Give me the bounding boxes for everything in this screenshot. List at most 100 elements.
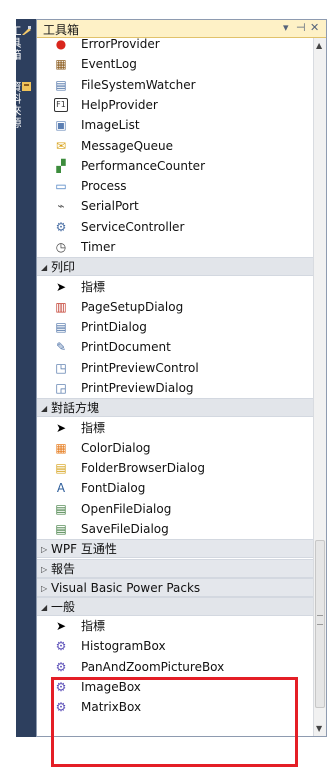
toolbox-item[interactable]: ▤ PrintDialog — [37, 317, 313, 337]
toolbox-item-label: PrintPreviewControl — [81, 360, 199, 375]
toolbox-category-label: 報告 — [51, 561, 76, 576]
toolbox-item[interactable]: ▤ SaveFileDialog — [37, 519, 313, 539]
toolbox-item-label: PanAndZoomPictureBox — [81, 659, 225, 674]
toolbox-item[interactable]: ✎ PrintDocument — [37, 337, 313, 357]
scroll-up-icon[interactable]: ▲ — [316, 41, 322, 50]
message-queue-icon: ✉ — [55, 138, 67, 153]
toolbox-title: 工具箱 — [43, 23, 80, 37]
toolbox-item-label: ColorDialog — [81, 440, 151, 455]
error-provider-icon: ● — [55, 38, 67, 51]
toolbox-item-label: FileSystemWatcher — [81, 77, 196, 92]
toolbox-category-label: WPF 互通性 — [51, 542, 117, 557]
expanded-arrow-icon[interactable]: ◢ — [41, 399, 47, 418]
collapsed-arrow-icon[interactable]: ▷ — [41, 579, 47, 598]
toolbox-item[interactable]: ⚙ ServiceController — [37, 217, 313, 237]
toolbox-item-label: PrintDocument — [81, 340, 171, 355]
grip-icon — [317, 615, 323, 625]
toolbox-item[interactable]: ➤ 指標 — [37, 418, 313, 438]
collapsed-arrow-icon[interactable]: ▷ — [41, 540, 47, 559]
vertical-scrollbar[interactable]: ▲ ▼ — [313, 38, 326, 736]
toolbox-item-label: HelpProvider — [81, 97, 158, 112]
toolbox-item-label: OpenFileDialog — [81, 501, 172, 516]
toolbox-item-label: EventLog — [81, 57, 137, 72]
file-system-watcher-icon: ▤ — [55, 77, 67, 92]
toolbox-item[interactable]: ● ErrorProvider — [37, 38, 313, 54]
toolbox-item[interactable]: ✉ MessageQueue — [37, 136, 313, 156]
toolbox-item[interactable]: ◳ PrintPreviewControl — [37, 358, 313, 378]
timer-icon: ◷ — [55, 240, 67, 254]
toolbox-item-label: PerformanceCounter — [81, 158, 205, 173]
toolbox-item-label: SaveFileDialog — [81, 522, 169, 536]
toolbox-item[interactable]: ▞ PerformanceCounter — [37, 156, 313, 176]
toolbox-item[interactable]: ▥ PageSetupDialog — [37, 297, 313, 317]
toolbox-item-label: PrintPreviewDialog — [81, 381, 194, 395]
toolbox-item-label: MessageQueue — [81, 138, 174, 153]
dropdown-icon[interactable]: ▾ — [283, 21, 289, 34]
toolbox-item[interactable]: ➤ 指標 — [37, 277, 313, 297]
toolbox-category[interactable]: ▷ 報告 — [37, 558, 313, 579]
collapsed-arrow-icon[interactable]: ▷ — [41, 560, 47, 579]
toolbox-category-label: 列印 — [51, 260, 76, 275]
process-icon: ▭ — [55, 179, 67, 194]
pin-icon[interactable]: ⊣ — [296, 21, 306, 34]
toolbox-category[interactable]: ◢ 對話方塊 — [37, 398, 313, 418]
print-dialog-icon: ▤ — [55, 320, 67, 335]
toolbox-category[interactable]: ◢ 一般 — [37, 596, 313, 617]
toolbox-list: ● ErrorProvider ▦ EventLog ▤ FileSystemWatche… — [37, 38, 313, 736]
print-document-icon: ✎ — [55, 340, 67, 355]
toolbox-item[interactable]: ▭ Process — [37, 176, 313, 196]
sidebar-tab-label: 資料來源 — [9, 81, 22, 129]
scrollbar-thumb[interactable] — [315, 540, 325, 708]
close-icon[interactable]: ✕ — [310, 21, 319, 34]
toolbox-item[interactable]: ▤ FileSystemWatcher — [37, 75, 313, 95]
page-setup-dialog-icon: ▥ — [55, 299, 67, 314]
font-dialog-icon: A — [56, 481, 66, 496]
folder-browser-dialog-icon: ▤ — [55, 461, 67, 476]
color-dialog-icon: ▦ — [55, 440, 67, 455]
expanded-arrow-icon[interactable]: ◢ — [41, 598, 47, 617]
pointer-icon: ➤ — [55, 420, 67, 435]
toolbox-item[interactable]: ➤ 指標 — [37, 616, 313, 636]
toolbox-item[interactable]: ⚙ HistogramBox — [37, 636, 313, 656]
toolbox-item-label: Process — [81, 179, 127, 194]
sidebar-tab-data-sources[interactable]: 資料來源 — [9, 81, 33, 129]
toolbox-item-label: 指標 — [81, 420, 106, 435]
toolbox-item[interactable]: ◲ PrintPreviewDialog — [37, 378, 313, 398]
toolbox-item-label: ErrorProvider — [81, 38, 160, 51]
toolbox-icon — [21, 25, 33, 36]
toolbox-item[interactable]: ▦ EventLog — [37, 54, 313, 74]
toolbox-item-label: 指標 — [81, 279, 106, 294]
toolbox-item[interactable]: F1 HelpProvider — [37, 95, 313, 115]
gear-component-icon: ⚙ — [55, 639, 67, 654]
toolbox-item[interactable]: ⚙ PanAndZoomPictureBox — [37, 657, 313, 677]
highlight-box — [51, 677, 298, 767]
toolbox-item[interactable]: ▣ ImageList — [37, 115, 313, 135]
toolbox-category[interactable]: ▷ Visual Basic Power Packs — [37, 577, 313, 598]
toolbox-item[interactable]: ▦ ColorDialog — [37, 438, 313, 458]
toolbox-item[interactable]: ▤ OpenFileDialog — [37, 499, 313, 519]
toolbox-item[interactable]: A FontDialog — [37, 478, 313, 498]
save-file-dialog-icon: ▤ — [55, 522, 67, 536]
toolbox-title-bar: 工具箱 ▾ ⊣ ✕ — [37, 20, 326, 38]
toolbox-panel: 工具箱 ▾ ⊣ ✕ ● ErrorProvider ▦ EventLog ▤ FileSy… — [36, 19, 327, 737]
expanded-arrow-icon[interactable]: ◢ — [41, 258, 47, 277]
gear-component-icon: ⚙ — [55, 659, 67, 674]
sidebar-tab-toolbox[interactable]: 工具箱 — [9, 25, 33, 61]
toolbox-category[interactable]: ◢ 列印 — [37, 257, 313, 277]
toolbox-item-label: ImageList — [81, 118, 140, 133]
toolbox-category[interactable]: ▷ WPF 互通性 — [37, 539, 313, 559]
toolbox-item-label: FolderBrowserDialog — [81, 461, 205, 476]
toolbox-item[interactable]: ▤ FolderBrowserDialog — [37, 458, 313, 478]
toolbox-item-label: 指標 — [81, 619, 106, 634]
toolbox-item[interactable]: ⌁ SerialPort — [37, 196, 313, 216]
pointer-icon: ➤ — [55, 279, 67, 294]
toolbox-item-label: HistogramBox — [81, 639, 166, 654]
scroll-down-icon[interactable]: ▼ — [316, 724, 322, 733]
help-provider-icon: F1 — [54, 97, 68, 112]
image-list-icon: ▣ — [55, 118, 67, 133]
data-sources-icon — [21, 81, 33, 92]
toolbox-item-label: PageSetupDialog — [81, 299, 184, 314]
toolbox-item[interactable]: ◷ Timer — [37, 237, 313, 257]
toolbox-category-label: 一般 — [51, 599, 76, 614]
toolbox-category-label: Visual Basic Power Packs — [51, 580, 201, 595]
